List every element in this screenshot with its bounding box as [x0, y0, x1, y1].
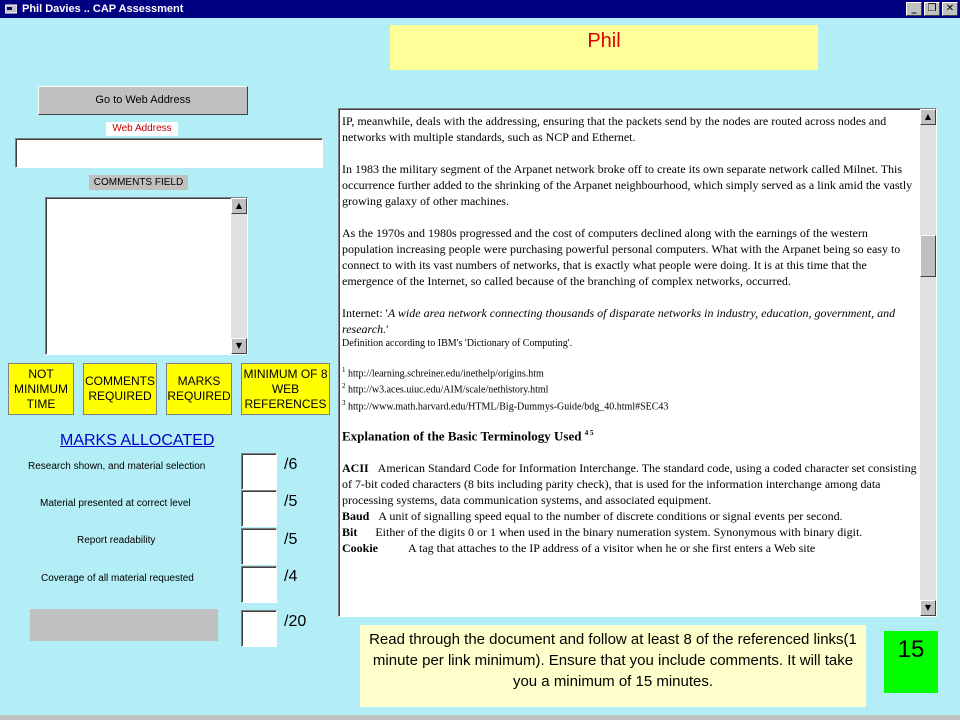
ref-number: 3	[342, 398, 346, 407]
student-name: Phil	[390, 25, 818, 70]
warning-text: MARKS	[177, 374, 221, 388]
doc-paragraph: IP, meanwhile, deals with the addressing…	[342, 114, 887, 144]
warning-text: REQUIRED	[167, 389, 231, 403]
scroll-up-arrow-icon[interactable]: ▲	[231, 198, 247, 214]
warning-text: TIME	[26, 396, 56, 411]
doc-text: '	[386, 322, 389, 336]
doc-reference[interactable]: 1 http://learning.schreiner.edu/inethelp…	[342, 364, 918, 380]
close-button[interactable]: ✕	[942, 2, 958, 16]
web-address-input[interactable]	[15, 138, 323, 168]
warning-text: NOT	[28, 366, 54, 381]
mark-input-readability[interactable]	[241, 528, 277, 565]
document-viewer[interactable]: IP, meanwhile, deals with the addressing…	[338, 108, 937, 617]
instructions-box: Read through the document and follow at …	[360, 625, 866, 707]
doc-term-entry: Baud A unit of signalling speed equal to…	[342, 508, 918, 524]
comments-scrollbar[interactable]: ▲ ▼	[231, 198, 247, 354]
warning-text: REFERENCES	[244, 396, 327, 411]
warning-comments-required: COMMENTS REQUIRED	[83, 363, 157, 415]
ref-url[interactable]: http://www.math.harvard.edu/HTML/Big-Dum…	[348, 401, 668, 412]
doc-term-entry: Bit Either of the digits 0 or 1 when use…	[342, 524, 918, 540]
comments-textarea[interactable]: ▲ ▼	[45, 197, 248, 355]
doc-paragraph: As the 1970s and 1980s progressed and th…	[342, 226, 901, 288]
doc-quote: A wide area network connecting thousands…	[342, 306, 896, 336]
mark-input-coverage[interactable]	[241, 566, 277, 603]
doc-term-def: A tag that attaches to the IP address of…	[408, 541, 816, 556]
warning-text: WEB	[271, 381, 300, 396]
restore-button[interactable]: ❐	[924, 2, 940, 16]
web-address-label: Web Address	[106, 122, 178, 136]
mark-input-research[interactable]	[241, 453, 277, 490]
scroll-down-arrow-icon[interactable]: ▼	[231, 338, 247, 354]
total-bar	[30, 609, 218, 641]
mark-max-level: /5	[284, 493, 298, 510]
mark-input-total[interactable]	[241, 610, 277, 647]
doc-term: Cookie	[342, 541, 378, 556]
mark-max-total: /20	[284, 613, 307, 630]
bottom-border	[0, 715, 960, 720]
warning-text: MINIMUM	[14, 381, 68, 396]
doc-reference[interactable]: 3 http://www.math.harvard.edu/HTML/Big-D…	[342, 397, 918, 413]
mark-label-readability: Report readability	[77, 535, 156, 546]
scroll-up-arrow-icon[interactable]: ▲	[920, 109, 936, 125]
doc-term-def: A unit of signalling speed equal to the …	[378, 509, 843, 524]
warning-text: MINIMUM OF 8	[243, 366, 328, 381]
doc-term-entry: ACII American Standard Code for Informat…	[342, 460, 918, 508]
doc-term-def: American Standard Code for Information I…	[342, 461, 917, 508]
ref-url[interactable]: http://w3.aces.uiuc.edu/AIM/scale/nethis…	[348, 385, 548, 396]
doc-heading-text: Explanation of the Basic Terminology Use…	[342, 428, 582, 444]
minimize-button[interactable]: _	[906, 2, 922, 16]
comments-field-label: COMMENTS FIELD	[89, 175, 188, 190]
document-scrollbar[interactable]: ▲ ▼	[920, 109, 936, 616]
mark-max-readability: /5	[284, 531, 298, 548]
warning-text: REQUIRED	[88, 389, 152, 403]
doc-heading-sup: 4 5	[584, 428, 594, 437]
window-title: Phil Davies .. CAP Assessment	[22, 3, 184, 15]
doc-term: Baud	[342, 509, 370, 524]
timer-display: 15	[884, 631, 938, 693]
mark-label-level: Material presented at correct level	[40, 498, 191, 509]
doc-term: ACII	[342, 461, 369, 476]
ref-number: 1	[342, 366, 346, 374]
ref-url[interactable]: http://learning.schreiner.edu/inethelp/o…	[348, 368, 544, 379]
document-content: IP, meanwhile, deals with the addressing…	[342, 113, 918, 556]
doc-term-def: Either of the digits 0 or 1 when used in…	[375, 525, 863, 540]
warning-minimum-web-references: MINIMUM OF 8 WEB REFERENCES	[241, 363, 330, 415]
mark-label-coverage: Coverage of all material requested	[41, 573, 194, 584]
mark-input-level[interactable]	[241, 490, 277, 527]
doc-definition-source: Definition according to IBM's 'Dictionar…	[342, 338, 573, 349]
app-icon	[4, 3, 18, 15]
doc-paragraph: In 1983 the military segment of the Arpa…	[342, 162, 913, 208]
title-bar: Phil Davies .. CAP Assessment _ ❐ ✕	[0, 0, 960, 18]
scroll-down-arrow-icon[interactable]: ▼	[920, 600, 936, 616]
scroll-thumb[interactable]	[920, 235, 936, 277]
go-to-web-address-button[interactable]: Go to Web Address	[38, 86, 248, 115]
marks-allocated-heading: MARKS ALLOCATED	[60, 432, 215, 449]
ref-number: 2	[342, 382, 346, 391]
doc-text: Internet: '	[342, 306, 388, 320]
doc-internet-definition: Internet: 'A wide area network connectin…	[342, 305, 918, 337]
mark-max-research: /6	[284, 456, 298, 473]
doc-term-entry: Cookie A tag that attaches to the IP add…	[342, 540, 918, 556]
warning-marks-required: MARKS REQUIRED	[166, 363, 232, 415]
warning-not-minimum-time: NOT MINIMUM TIME	[8, 363, 74, 415]
mark-max-coverage: /4	[284, 568, 298, 585]
mark-label-research: Research shown, and material selection	[28, 461, 206, 472]
doc-term: Bit	[342, 525, 358, 540]
doc-heading: Explanation of the Basic Terminology Use…	[342, 425, 918, 444]
warning-text: COMMENTS	[85, 374, 155, 388]
doc-reference[interactable]: 2 http://w3.aces.uiuc.edu/AIM/scale/neth…	[342, 380, 918, 396]
